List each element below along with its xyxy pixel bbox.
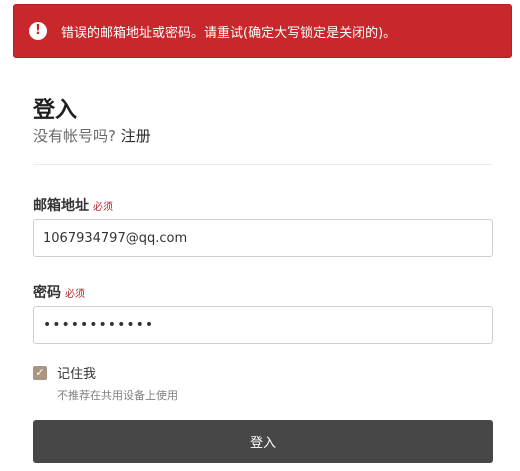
login-button[interactable]: 登入 (33, 420, 493, 463)
signup-prompt: 没有帐号吗? (33, 127, 116, 145)
error-alert: ! 错误的邮箱地址或密码。请重试(确定大写锁定是关闭的)。 (13, 4, 512, 58)
email-field[interactable] (33, 219, 493, 257)
divider (33, 164, 493, 165)
error-message: 错误的邮箱地址或密码。请重试(确定大写锁定是关闭的)。 (61, 25, 397, 41)
remember-me-row: ✓ 记住我 (33, 363, 96, 382)
password-field[interactable] (33, 306, 493, 344)
email-label: 邮箱地址 必须 (33, 195, 113, 215)
password-label: 密码 必须 (33, 282, 85, 302)
password-label-text: 密码 (33, 285, 61, 301)
remember-me-checkbox[interactable]: ✓ (33, 365, 47, 380)
signup-prompt-line: 没有帐号吗? 注册 (33, 125, 151, 146)
remember-me-hint: 不推荐在共用设备上使用 (57, 389, 178, 402)
remember-me-label[interactable]: 记住我 (57, 363, 96, 382)
page-title: 登入 (33, 98, 78, 123)
exclamation-circle-icon: ! (29, 22, 47, 40)
email-label-text: 邮箱地址 (33, 198, 89, 214)
password-required-marker: 必须 (65, 289, 85, 300)
login-page: ! 错误的邮箱地址或密码。请重试(确定大写锁定是关闭的)。 登入 没有帐号吗? … (0, 0, 520, 471)
signup-link[interactable]: 注册 (121, 127, 151, 145)
email-required-marker: 必须 (93, 202, 113, 213)
